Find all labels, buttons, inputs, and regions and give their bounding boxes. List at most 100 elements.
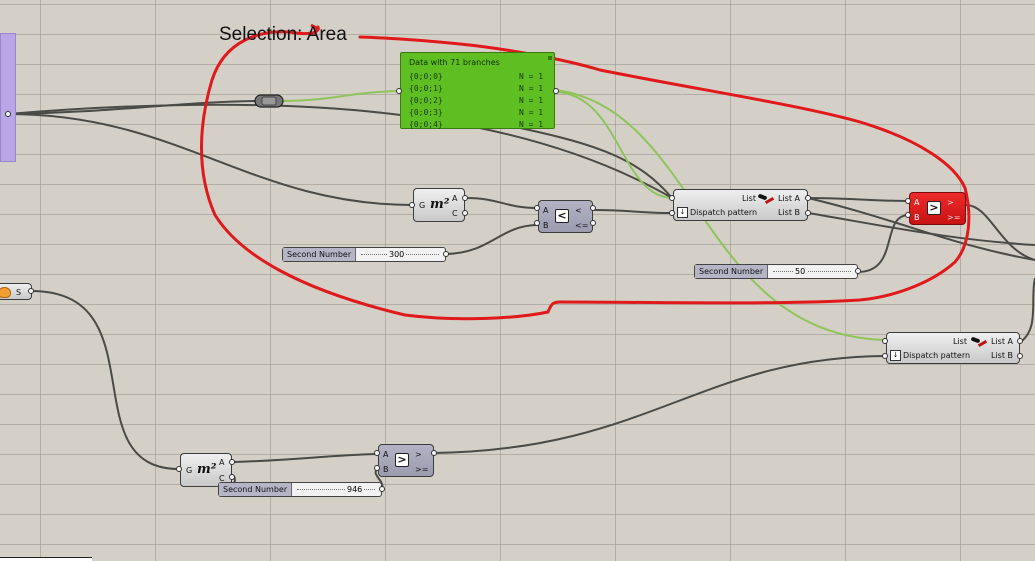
- dispatch-list-label: List: [742, 194, 756, 203]
- number-slider-50[interactable]: Second Number 50: [694, 264, 858, 279]
- panel-rows: {0;0;0} N = 1 {0;0;1} N = 1 {0;0;2} N = …: [409, 71, 549, 131]
- wire-panel-to-dispatch-list: [555, 91, 673, 199]
- greater-bottom-input-b-port[interactable]: [374, 465, 380, 471]
- dispatch-list-port[interactable]: [669, 195, 675, 201]
- area-icon: m²: [197, 462, 217, 477]
- area-input-label: G: [419, 201, 426, 210]
- param-output-port[interactable]: [28, 288, 34, 294]
- slider-value[interactable]: 50: [793, 266, 808, 277]
- dispatch-icon: [970, 336, 988, 350]
- area-input-port[interactable]: [409, 202, 415, 208]
- wire-slider300-to-less: [444, 224, 539, 255]
- slider-track[interactable]: [773, 271, 851, 273]
- greater-than-icon: >: [395, 453, 409, 467]
- greater-bottom-output-port[interactable]: [431, 450, 437, 456]
- greater-top-input-b-port[interactable]: [905, 212, 911, 218]
- slider-value[interactable]: 300: [387, 249, 407, 260]
- dispatch-list-b-label: List B: [778, 208, 801, 217]
- greater-than-component-top[interactable]: A B > > >=: [909, 192, 966, 225]
- number-slider-300[interactable]: Second Number 300: [282, 247, 446, 262]
- area-output-a-port[interactable]: [462, 195, 468, 201]
- greater-output-ge-label: >=: [415, 465, 429, 474]
- area-output-c-label: C: [452, 209, 458, 218]
- less-output-le-port[interactable]: [590, 220, 596, 226]
- greater-output-gt-label: >: [415, 450, 422, 459]
- grasshopper-canvas[interactable]: Selection: Area S Data with 71 branches …: [0, 0, 1035, 561]
- dispatch-component-bottom[interactable]: List ↓ Dispatch pattern List A List B: [886, 332, 1020, 364]
- wire-panel-to-dispatch-top: [519, 127, 673, 199]
- number-slider-946[interactable]: Second Number 946: [218, 482, 382, 497]
- dispatch-pattern-label: Dispatch pattern: [903, 351, 971, 360]
- greater-input-a-label: A: [383, 450, 389, 459]
- panel-title: Data with 71 branches: [409, 58, 500, 67]
- panel-input-port[interactable]: [396, 88, 402, 94]
- group-title: Selection: Area: [219, 24, 347, 45]
- greater-input-b-label: B: [914, 213, 920, 222]
- area-icon: m²: [430, 197, 450, 212]
- group-output-port[interactable]: [5, 111, 11, 117]
- wire-right-edge-loop: [1018, 277, 1035, 344]
- graft-flag-icon: ↓: [677, 207, 688, 218]
- less-input-b-port[interactable]: [534, 220, 540, 226]
- dispatch-list-b-port[interactable]: [805, 210, 811, 216]
- panel-scrollbar[interactable]: [548, 56, 552, 60]
- status-bar-fragment: [0, 557, 92, 561]
- less-output-lt-port[interactable]: [590, 205, 596, 211]
- dispatch-list-a-port[interactable]: [805, 195, 811, 201]
- graft-flag-icon: ↓: [890, 350, 901, 361]
- less-than-icon: <: [555, 209, 569, 223]
- less-input-a-label: A: [543, 206, 549, 215]
- dispatch-pattern-port[interactable]: [669, 210, 675, 216]
- slider-300-output-port[interactable]: [443, 251, 449, 257]
- dispatch-bottom-list-a-port[interactable]: [1017, 338, 1023, 344]
- dispatch-icon: [757, 193, 775, 207]
- dispatch-bottom-list-port[interactable]: [882, 338, 888, 344]
- less-output-le-label: <=: [575, 221, 589, 230]
- dispatch-list-b-label: List B: [991, 351, 1014, 360]
- panel-row: {0;0;1} N = 1: [409, 84, 544, 93]
- dispatch-bottom-pattern-port[interactable]: [882, 353, 888, 359]
- wire-source-to-dispatch-top: [7, 103, 673, 199]
- slider-name: Second Number: [219, 483, 293, 496]
- slider-name: Second Number: [695, 265, 769, 278]
- group-box[interactable]: [0, 33, 16, 162]
- dispatch-component-top[interactable]: List ↓ Dispatch pattern List A List B: [673, 189, 808, 221]
- panel-row: {0;0;2} N = 1: [409, 96, 544, 105]
- area-bottom-input-port[interactable]: [176, 466, 182, 472]
- panel-output-port[interactable]: [553, 88, 559, 94]
- area-output-c-port[interactable]: [462, 210, 468, 216]
- brep-icon: [0, 287, 11, 298]
- param-output-label: S: [16, 288, 22, 297]
- wire-greater-to-pattern-bottom: [433, 355, 887, 454]
- dispatch-list-label: List: [953, 337, 967, 346]
- wire-area-to-greater-bottom: [233, 453, 379, 463]
- slider-50-output-port[interactable]: [855, 268, 861, 274]
- dispatch-list-a-label: List A: [778, 194, 800, 203]
- wire-relay-to-panel: [282, 90, 401, 102]
- less-input-b-label: B: [543, 221, 549, 230]
- area-bottom-output-c-port[interactable]: [229, 474, 235, 480]
- wire-listA-to-greater: [807, 197, 910, 202]
- greater-than-component-bottom[interactable]: A B > > >=: [378, 444, 434, 477]
- panel-row: {0;0;4} N = 1: [409, 120, 544, 129]
- dispatch-bottom-list-b-port[interactable]: [1017, 353, 1023, 359]
- area-output-a-label: A: [219, 458, 225, 467]
- area-component-top[interactable]: G m² A C: [413, 188, 465, 222]
- area-input-label: G: [186, 466, 193, 475]
- greater-input-b-label: B: [383, 465, 389, 474]
- dispatch-list-a-label: List A: [991, 337, 1013, 346]
- panel-row: {0;0;3} N = 1: [409, 108, 544, 117]
- greater-bottom-input-a-port[interactable]: [374, 450, 380, 456]
- dispatch-pattern-label: Dispatch pattern: [690, 208, 758, 217]
- wire-source-to-area-top: [7, 113, 414, 206]
- less-than-component[interactable]: A B < < <=: [538, 200, 593, 233]
- greater-top-input-a-port[interactable]: [905, 198, 911, 204]
- data-panel[interactable]: Data with 71 branches {0;0;0} N = 1 {0;0…: [400, 52, 555, 129]
- less-output-lt-label: <: [575, 206, 582, 215]
- slider-value[interactable]: 946: [345, 484, 365, 495]
- less-input-a-port[interactable]: [534, 205, 540, 211]
- greater-output-ge-label: >=: [947, 213, 961, 222]
- slider-946-output-port[interactable]: [379, 486, 385, 492]
- area-output-a-label: A: [452, 194, 458, 203]
- area-bottom-output-a-port[interactable]: [229, 459, 235, 465]
